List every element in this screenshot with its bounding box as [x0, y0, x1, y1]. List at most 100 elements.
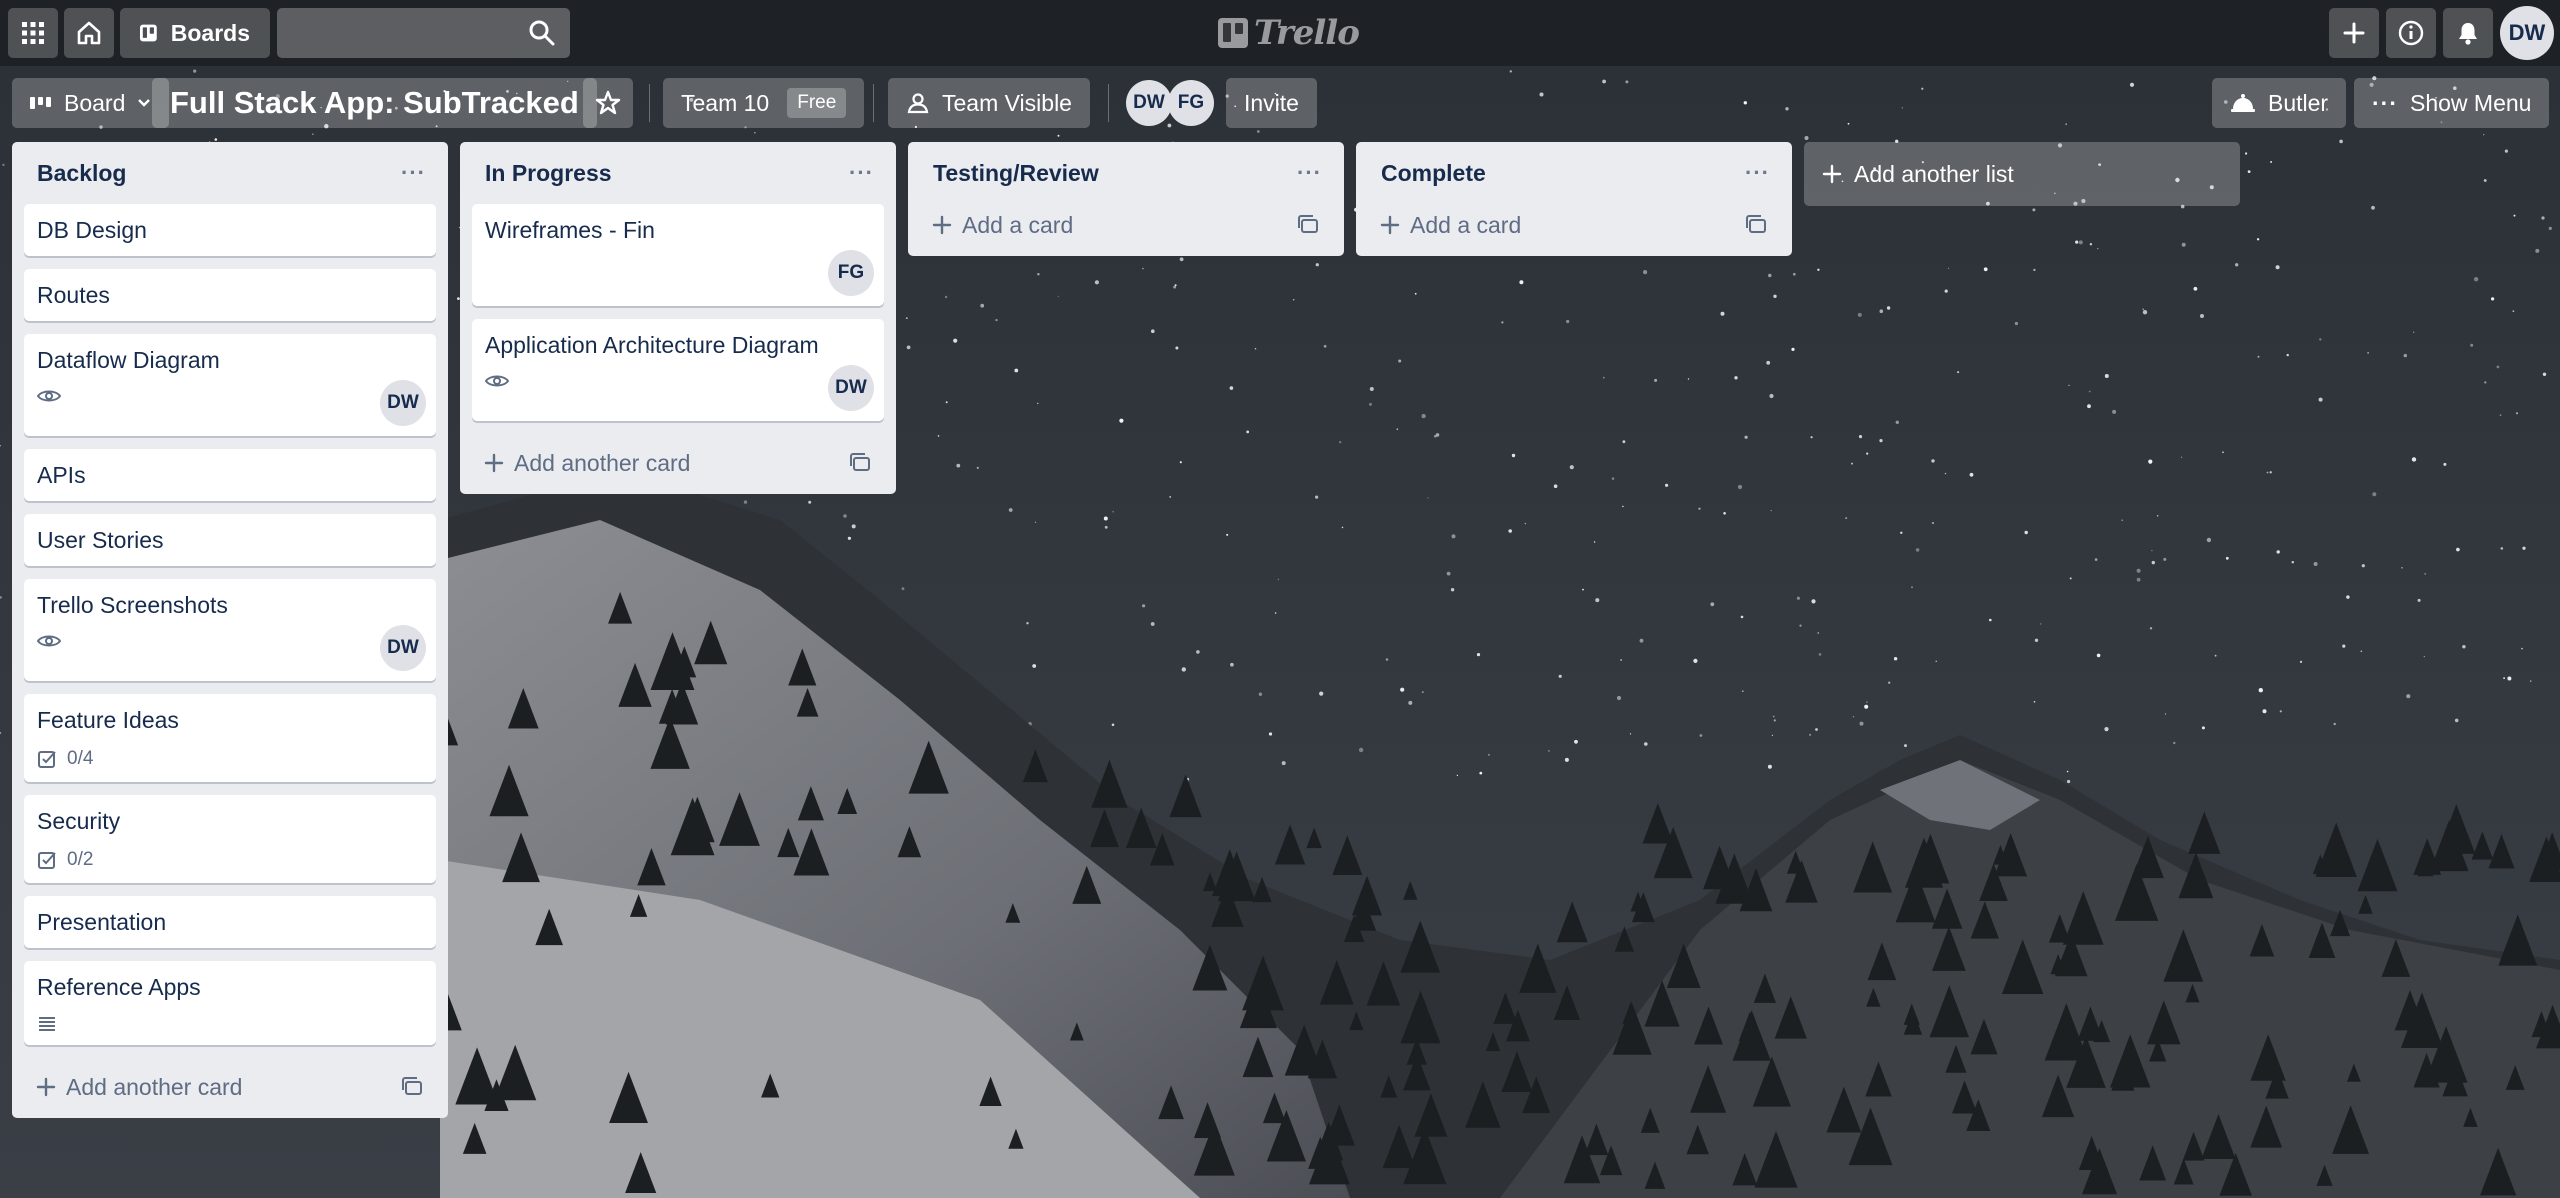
add-list-label: Add another list	[1854, 160, 2014, 187]
checklist-icon	[38, 751, 56, 768]
card-badges	[37, 633, 423, 649]
eye-icon	[37, 390, 61, 402]
show-menu-label: Show Menu	[2409, 89, 2532, 116]
card-badges	[485, 373, 871, 389]
visibility-button[interactable]: Team Visible	[888, 78, 1090, 128]
add-card-button[interactable]: Add another card	[472, 434, 884, 492]
card[interactable]: Presentation	[24, 896, 436, 948]
card[interactable]: User Stories	[24, 514, 436, 566]
home-icon	[77, 21, 101, 45]
add-card-area[interactable]: Add a card	[1380, 212, 1521, 239]
bell-icon	[2459, 23, 2477, 45]
card-member-avatar[interactable]: DW	[380, 625, 426, 671]
plus-icon	[1380, 215, 1400, 235]
plus-icon	[2343, 22, 2365, 44]
team-visible-icon	[907, 93, 929, 114]
list-header[interactable]: Complete ···	[1368, 142, 1780, 204]
card[interactable]: Dataflow Diagram DW	[24, 334, 436, 436]
card-template-icon[interactable]	[402, 1077, 424, 1097]
checklist-icon	[38, 852, 56, 869]
create-button[interactable]	[2329, 8, 2379, 58]
card[interactable]: Feature Ideas 0/4	[24, 694, 436, 782]
list-menu-icon[interactable]: ···	[1745, 160, 1770, 186]
info-icon	[2398, 20, 2424, 46]
card-title: Security	[37, 808, 121, 834]
card-title: Routes	[37, 282, 110, 308]
search-input[interactable]	[277, 8, 570, 58]
user-avatar[interactable]: DW	[2500, 6, 2554, 60]
checklist-count: 0/4	[67, 748, 94, 769]
star-board-button[interactable]	[583, 78, 633, 128]
card[interactable]: DB Design	[24, 204, 436, 256]
card-badges: 0/2	[37, 849, 423, 871]
plus-icon	[1822, 164, 1842, 184]
list-complete: Complete ··· Add a card	[1356, 142, 1792, 256]
list-backlog: Backlog ··· DB Design Routes Dataflow Di…	[12, 142, 448, 1118]
eye-icon	[37, 635, 61, 647]
card-title: Feature Ideas	[37, 707, 179, 733]
invite-button[interactable]: Invite	[1226, 78, 1317, 128]
list-menu-icon[interactable]: ···	[401, 160, 426, 186]
trello-logo-text: Trello	[1254, 13, 1360, 53]
card[interactable]: Security 0/2	[24, 795, 436, 883]
card[interactable]: Routes	[24, 269, 436, 321]
card-title: Application Architecture Diagram	[485, 332, 819, 358]
card[interactable]: Trello Screenshots DW	[24, 579, 436, 681]
add-card-button[interactable]: Add a card	[1368, 196, 1780, 254]
card-template-icon[interactable]	[1746, 215, 1768, 235]
member-avatar[interactable]: FG	[1168, 80, 1214, 126]
board-view-switcher[interactable]: Board	[12, 78, 170, 128]
add-list-button[interactable]: Add another list	[1804, 142, 2240, 206]
home-button[interactable]	[64, 8, 114, 58]
description-icon	[39, 1017, 55, 1031]
show-menu-button[interactable]: ··· Show Menu	[2354, 78, 2550, 128]
plus-icon	[484, 453, 504, 473]
board-title[interactable]: Full Stack App: SubTracked	[152, 78, 597, 128]
card-badges: 0/4	[37, 748, 423, 770]
add-card-area[interactable]: Add another card	[484, 450, 690, 477]
card-badges	[37, 1015, 423, 1033]
card[interactable]: Reference Apps	[24, 961, 436, 1045]
add-card-area[interactable]: Add another card	[36, 1074, 242, 1101]
list-title[interactable]: Complete	[1381, 160, 1486, 187]
card-title: Presentation	[37, 909, 167, 935]
star-icon	[595, 90, 621, 115]
search-bar[interactable]	[277, 8, 570, 58]
butler-button[interactable]: Butler	[2212, 78, 2347, 128]
list-title[interactable]: In Progress	[485, 160, 612, 187]
team-plan-badge: Free	[787, 88, 847, 118]
card[interactable]: APIs	[24, 449, 436, 501]
list-in-progress: In Progress ··· Wireframes - Fin FG Appl…	[460, 142, 896, 494]
add-card-label: Add another card	[514, 449, 691, 476]
card-title: Dataflow Diagram	[37, 347, 220, 373]
card-template-icon[interactable]	[1298, 215, 1320, 235]
card-member-avatar[interactable]: DW	[828, 365, 874, 411]
member-avatar[interactable]: DW	[1126, 80, 1172, 126]
add-card-area[interactable]: Add a card	[932, 212, 1073, 239]
boards-button[interactable]: Boards	[120, 8, 270, 58]
apps-menu-button[interactable]	[8, 8, 58, 58]
info-button[interactable]	[2386, 8, 2436, 58]
card[interactable]: Application Architecture Diagram DW	[472, 319, 884, 421]
list-title[interactable]: Testing/Review	[933, 160, 1099, 187]
list-header[interactable]: In Progress ···	[472, 142, 884, 204]
boards-label: Boards	[170, 19, 250, 46]
trello-logo[interactable]: Trello	[1218, 12, 1360, 54]
list-header[interactable]: Backlog ···	[24, 142, 436, 204]
card-member-avatar[interactable]: FG	[828, 250, 874, 296]
card-title: Trello Screenshots	[37, 592, 228, 618]
notifications-button[interactable]	[2443, 8, 2493, 58]
card-member-avatar[interactable]: DW	[380, 380, 426, 426]
search-icon[interactable]	[528, 19, 556, 52]
card-template-icon[interactable]	[850, 453, 872, 473]
card[interactable]: Wireframes - Fin FG	[472, 204, 884, 306]
butler-label: Butler	[2268, 89, 2329, 116]
list-menu-icon[interactable]: ···	[849, 160, 874, 186]
add-card-button[interactable]: Add another card	[24, 1058, 436, 1116]
team-button[interactable]: Team 10 Free	[663, 78, 865, 128]
card-title: Wireframes - Fin	[485, 217, 655, 243]
list-menu-icon[interactable]: ···	[1297, 160, 1322, 186]
add-card-button[interactable]: Add a card	[920, 196, 1332, 254]
list-title[interactable]: Backlog	[37, 160, 126, 187]
list-header[interactable]: Testing/Review ···	[920, 142, 1332, 204]
